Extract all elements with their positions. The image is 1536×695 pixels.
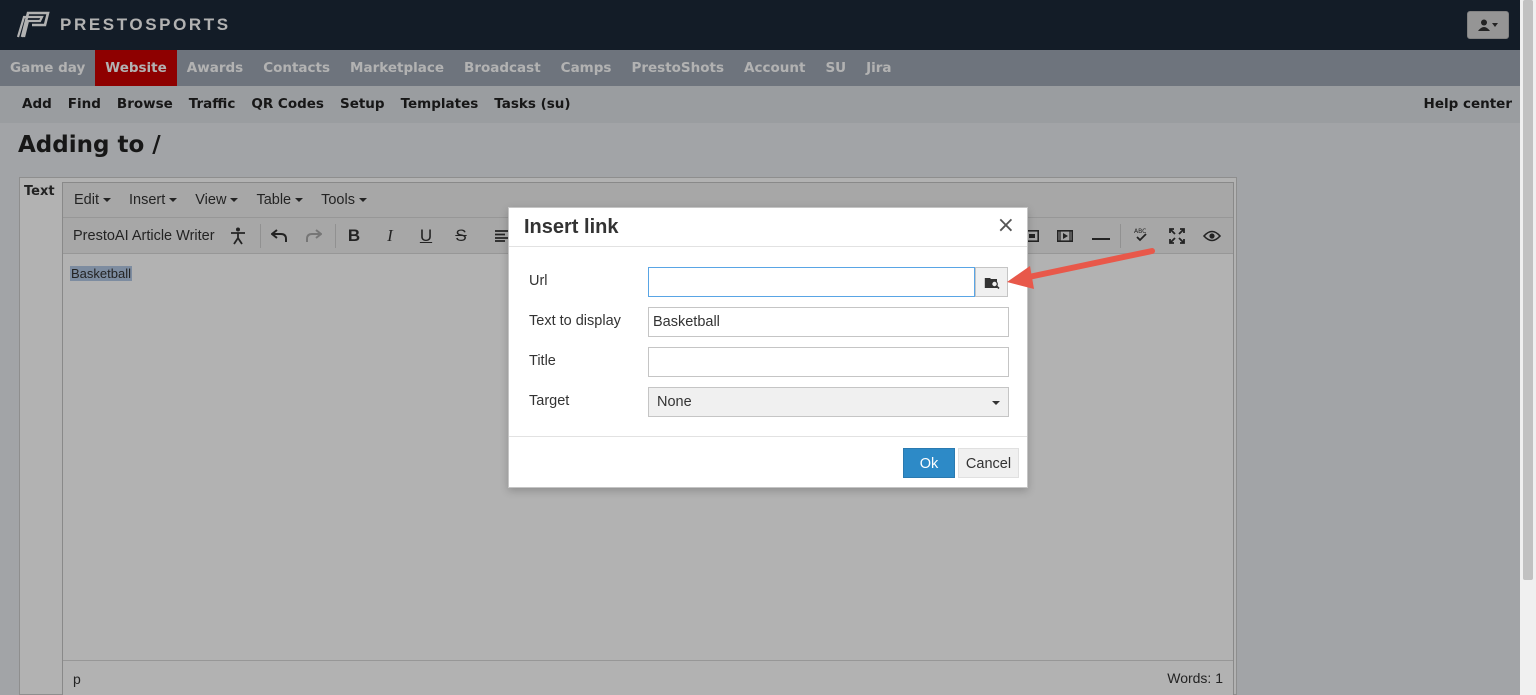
target-select[interactable]: None — [648, 387, 1009, 417]
scrollbar-thumb[interactable] — [1523, 0, 1533, 580]
insert-link-dialog: Insert link × Url Text to display Title … — [508, 207, 1028, 488]
target-label: Target — [529, 393, 570, 409]
text-to-display-input[interactable] — [648, 307, 1009, 337]
page-scrollbar[interactable] — [1520, 0, 1536, 695]
url-input[interactable] — [648, 267, 975, 297]
browse-folder-icon — [984, 277, 1000, 289]
chevron-down-icon — [992, 401, 1000, 405]
url-label: Url — [529, 273, 548, 289]
text-to-display-label: Text to display — [529, 313, 621, 329]
dialog-header: Insert link × — [509, 208, 1027, 247]
dialog-footer: Ok Cancel — [509, 436, 1027, 489]
cancel-button[interactable]: Cancel — [958, 448, 1019, 478]
ok-button[interactable]: Ok — [903, 448, 955, 478]
close-icon[interactable]: × — [997, 215, 1015, 237]
target-select-value: None — [657, 394, 692, 410]
browse-button[interactable] — [975, 267, 1008, 297]
dialog-title: Insert link — [524, 216, 619, 238]
title-input[interactable] — [648, 347, 1009, 377]
title-label: Title — [529, 353, 556, 369]
